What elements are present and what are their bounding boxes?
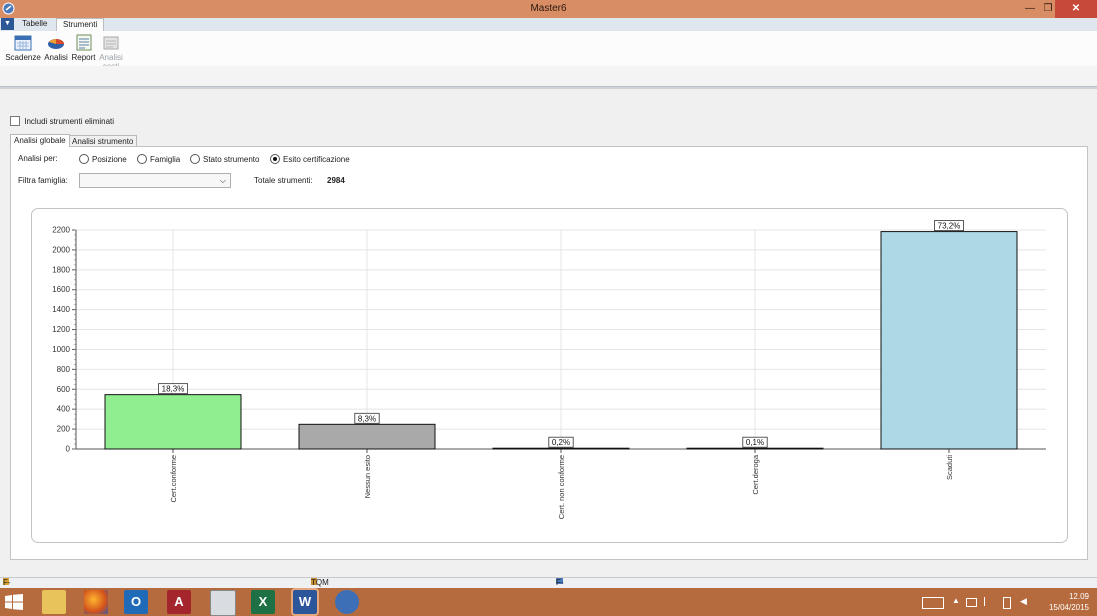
calculator-icon[interactable]: [210, 590, 236, 616]
master6-app-icon[interactable]: [335, 590, 359, 614]
bar: [880, 231, 1018, 450]
status-bar: F-VAIO\SQLEXPRESS. CGH TQM F-VAIO: [0, 577, 1097, 607]
bar: [492, 447, 630, 450]
y-tick-label: 1000: [52, 345, 70, 354]
y-tick-label: 1600: [52, 285, 70, 294]
y-tick-label: 2000: [52, 245, 70, 254]
x-tick-label: Cert.conforme: [169, 455, 178, 503]
word-icon[interactable]: W: [291, 588, 319, 616]
data-label: 0,1%: [746, 438, 764, 447]
network-icon[interactable]: [966, 598, 977, 607]
clock-date: 15/04/2015: [1048, 603, 1089, 612]
keyboard-icon[interactable]: [922, 597, 944, 609]
data-label: 8,3%: [358, 414, 376, 423]
y-tick-label: 1800: [52, 265, 70, 274]
y-tick-label: 2200: [52, 226, 70, 235]
flag-icon[interactable]: [984, 597, 994, 606]
x-tick-label: Cert.deroga: [751, 454, 760, 494]
taskbar: O A X W ▲ ◀ 12.09 15/04/2015: [0, 588, 1097, 616]
excel-icon[interactable]: X: [251, 590, 275, 614]
y-tick-label: 0: [66, 445, 71, 454]
y-tick-label: 600: [57, 385, 71, 394]
x-tick-label: Scaduti: [945, 455, 954, 480]
data-label: 73,2%: [938, 222, 961, 231]
file-explorer-icon[interactable]: [42, 590, 66, 614]
access-icon[interactable]: A: [167, 590, 191, 614]
data-label: 18,3%: [162, 385, 185, 394]
tray-arrow-icon[interactable]: ▲: [952, 596, 960, 605]
outlook-icon[interactable]: O: [124, 590, 148, 614]
data-label: 0,2%: [552, 438, 570, 447]
firefox-icon[interactable]: [84, 590, 108, 614]
windows-logo-icon[interactable]: [5, 594, 23, 610]
y-tick-label: 800: [57, 365, 71, 374]
bar: [298, 423, 436, 450]
x-tick-label: Cert. non conforme: [557, 455, 566, 519]
clock-time: 12.09: [1068, 592, 1089, 601]
y-tick-label: 1200: [52, 325, 70, 334]
bar-chart: 0 200 400 600 800 1000 1200 1400 1600 1800 2000 220…: [52, 220, 1046, 519]
battery-icon[interactable]: [1003, 597, 1011, 609]
bar: [104, 394, 242, 450]
tab-analisi-globale[interactable]: Analisi globale: [10, 134, 70, 147]
bar: [686, 447, 824, 450]
volume-icon[interactable]: ◀: [1020, 596, 1027, 607]
clock[interactable]: 12.09 15/04/2015: [1049, 591, 1089, 613]
y-tick-label: 400: [57, 405, 71, 414]
x-tick-label: Nessun esito: [363, 455, 372, 498]
y-tick-label: 1400: [52, 305, 70, 314]
database-text: TQM: [311, 578, 329, 587]
y-tick-label: 200: [57, 425, 71, 434]
